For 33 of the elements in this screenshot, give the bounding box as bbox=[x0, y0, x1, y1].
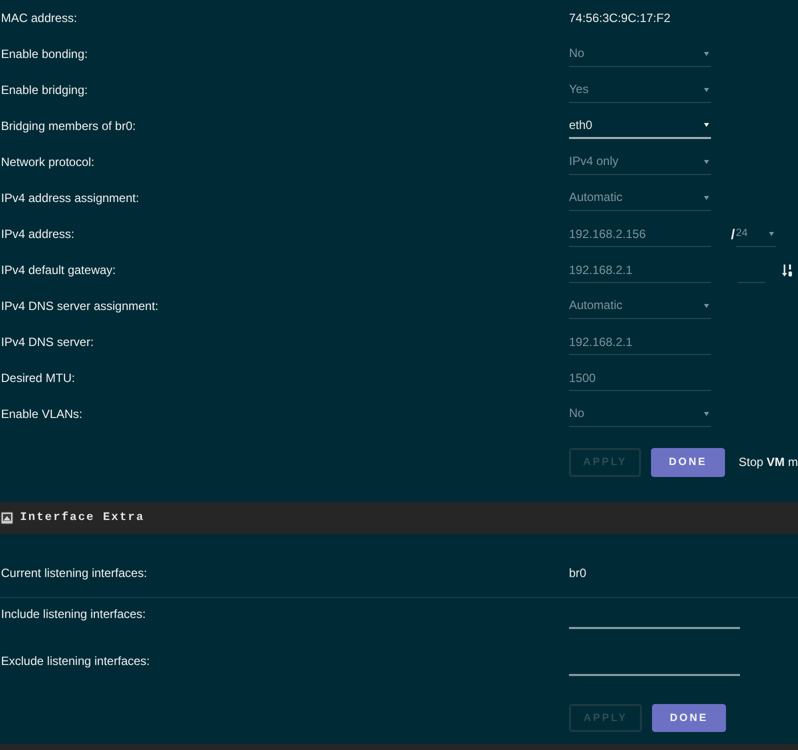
dropdown[interactable]: eth0 bbox=[569, 113, 711, 139]
caret-icon bbox=[704, 52, 709, 56]
setting-label: IPv4 DNS server: bbox=[0, 334, 95, 350]
setting-label: IPv4 DNS server assignment: bbox=[0, 298, 160, 314]
setting-label: Desired MTU: bbox=[0, 370, 76, 386]
netmask-separator: / bbox=[731, 226, 735, 242]
caret-icon bbox=[704, 412, 709, 416]
caret-icon bbox=[704, 160, 709, 164]
setting-label: Network protocol: bbox=[0, 154, 96, 170]
caret-icon bbox=[768, 232, 774, 236]
setting-label: Enable VLANs: bbox=[0, 406, 84, 422]
setting-label: Include listening interfaces: bbox=[0, 606, 147, 622]
setting-label: Exclude listening interfaces: bbox=[0, 654, 151, 668]
done-button[interactable]: DONE bbox=[652, 704, 726, 732]
sort-icon[interactable] bbox=[782, 264, 793, 276]
setting-label: MAC address: bbox=[0, 10, 78, 26]
setting-label: Enable bridging: bbox=[0, 82, 89, 98]
status-note: Stop VM m bbox=[738, 455, 798, 470]
done-button[interactable]: DONE bbox=[651, 448, 725, 477]
setting-label: IPv4 address: bbox=[0, 226, 76, 242]
section-title: Interface Extra bbox=[20, 511, 145, 525]
caret-icon bbox=[704, 196, 709, 200]
value-text: br0 bbox=[569, 566, 586, 580]
frame-icon bbox=[1, 512, 13, 524]
setting-label: Enable bonding: bbox=[0, 46, 89, 62]
caret-icon bbox=[704, 304, 709, 308]
setting-label: Bridging members of br0: bbox=[0, 118, 137, 134]
setting-label: Current listening interfaces: bbox=[0, 566, 148, 580]
value-text: 74:56:3C:9C:17:F2 bbox=[569, 10, 670, 26]
caret-icon bbox=[704, 88, 709, 92]
setting-label: IPv4 address assignment: bbox=[0, 190, 140, 206]
caret-icon bbox=[704, 123, 709, 127]
setting-label: IPv4 default gateway: bbox=[0, 262, 117, 278]
